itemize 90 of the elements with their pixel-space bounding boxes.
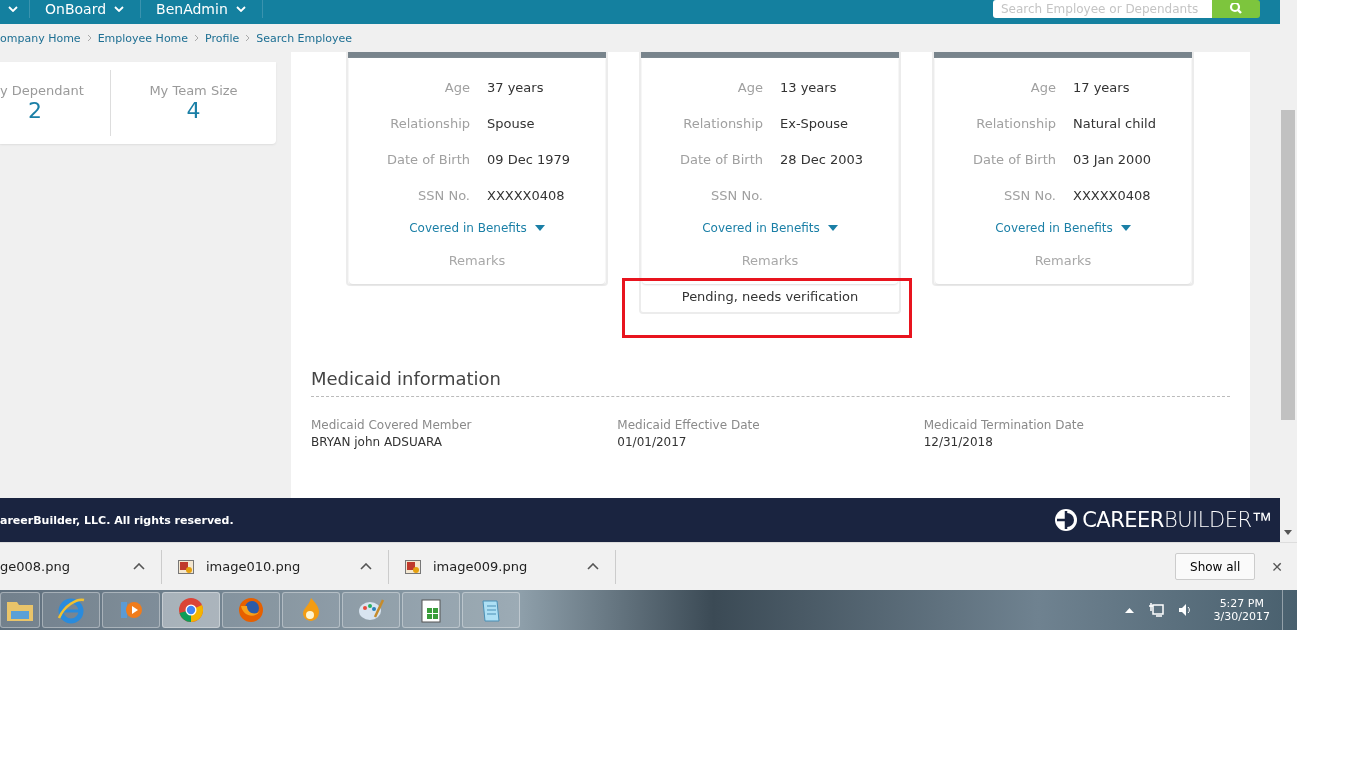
scrollbar[interactable] xyxy=(1280,0,1297,542)
search-button[interactable] xyxy=(1212,0,1260,18)
scroll-down-icon[interactable] xyxy=(1284,530,1292,535)
copyright-text: areerBuilder, LLC. All rights reserved. xyxy=(0,513,234,527)
field-value: 13 years xyxy=(780,79,837,95)
benefits-dropdown-link[interactable]: Covered in Benefits xyxy=(409,221,545,235)
field-label: Date of Birth xyxy=(385,151,471,167)
show-hidden-icons-icon[interactable] xyxy=(1124,607,1134,613)
field-label: Date of Birth xyxy=(971,151,1057,167)
caret-down-icon xyxy=(534,225,545,231)
field-value: 28 Dec 2003 xyxy=(780,151,864,167)
field-label: SSN No. xyxy=(710,187,764,203)
nav-menu[interactable]: BenAdmin xyxy=(141,0,263,18)
chrome-icon[interactable] xyxy=(162,592,220,628)
field-label: Age xyxy=(1029,79,1057,95)
firefox-icon[interactable] xyxy=(222,592,280,628)
breadcrumb-link[interactable]: ompany Home xyxy=(0,31,81,45)
clock-time: 5:27 PM xyxy=(1219,597,1264,610)
caret-down-icon xyxy=(827,225,838,231)
field-label: Age xyxy=(736,79,764,95)
field-value: 17 years xyxy=(1073,79,1130,95)
benefits-dropdown-link[interactable]: Covered in Benefits xyxy=(995,221,1131,235)
chevron-right-icon xyxy=(194,34,200,42)
paint-palette-icon[interactable] xyxy=(342,592,400,628)
browser-icon[interactable] xyxy=(42,592,100,628)
remarks-label: Remarks xyxy=(448,253,506,268)
stat-label: y Dependant xyxy=(0,83,84,98)
field-value: XXXXX0408 xyxy=(487,187,565,203)
caret-down-icon xyxy=(1120,225,1131,231)
field-label: Medicaid Termination Date xyxy=(923,418,1085,432)
remarks-label: Remarks xyxy=(741,253,799,268)
section-title: Medicaid information xyxy=(311,368,1230,397)
show-all-button[interactable]: Show all xyxy=(1175,553,1256,580)
media-player-icon[interactable] xyxy=(102,592,160,628)
field-label: Relationship xyxy=(389,115,471,131)
spreadsheet-icon[interactable] xyxy=(402,592,460,628)
field-label: Date of Birth xyxy=(678,151,764,167)
field-value: 12/31/2018 xyxy=(923,435,994,449)
field-label: SSN No. xyxy=(1003,187,1057,203)
chevron-down-icon xyxy=(114,6,125,12)
chevron-down-icon xyxy=(8,6,18,12)
download-item[interactable]: ge008.png xyxy=(0,549,162,584)
close-button[interactable]: ✕ xyxy=(1265,557,1289,576)
volume-icon[interactable] xyxy=(1177,603,1192,617)
stat-label: My Team Size xyxy=(149,83,238,98)
remarks-label: Remarks xyxy=(1034,253,1092,268)
notepad-icon[interactable] xyxy=(462,592,520,628)
field-value: 01/01/2017 xyxy=(617,435,688,449)
stat-value: 4 xyxy=(186,98,201,123)
chevron-down-icon xyxy=(235,6,246,12)
clock[interactable]: 5:27 PM 3/30/2017 xyxy=(1213,597,1270,623)
network-icon[interactable] xyxy=(1147,602,1164,618)
logo-wordmark: CAREERBUILDER™ xyxy=(1082,508,1272,532)
nav-menu[interactable]: OnBoard xyxy=(30,0,142,18)
remark-text: Pending, needs verification xyxy=(681,288,859,306)
scrollbar-thumb[interactable] xyxy=(1281,110,1295,420)
stat-value: 2 xyxy=(28,98,42,123)
folder-icon[interactable] xyxy=(0,592,40,628)
search-icon xyxy=(1229,3,1243,15)
caret-up-icon xyxy=(360,563,372,570)
field-value: 03 Jan 2000 xyxy=(1073,151,1151,167)
search-field[interactable]: Search Employee or Dependants xyxy=(993,0,1212,18)
chevron-right-icon xyxy=(86,34,92,42)
caret-up-icon xyxy=(587,563,599,570)
breadcrumb-link[interactable]: Employee Home xyxy=(97,31,189,45)
field-value: 09 Dec 1979 xyxy=(487,151,571,167)
chevron-right-icon xyxy=(245,34,251,42)
image-file-icon xyxy=(405,559,421,574)
field-label: Relationship xyxy=(975,115,1057,131)
field-value: BRYAN john ADSUARA xyxy=(311,435,444,449)
download-item[interactable]: image010.png xyxy=(162,549,389,584)
field-label: Medicaid Effective Date xyxy=(617,418,761,432)
field-value: Natural child xyxy=(1073,115,1156,131)
image-file-icon xyxy=(178,559,194,574)
field-label: Age xyxy=(443,79,471,95)
field-value: 37 years xyxy=(487,79,544,95)
field-label: SSN No. xyxy=(417,187,471,203)
field-value: XXXXX0408 xyxy=(1073,187,1151,203)
flame-icon[interactable] xyxy=(282,592,340,628)
caret-up-icon xyxy=(133,563,145,570)
field-label: Medicaid Covered Member xyxy=(311,418,473,432)
breadcrumb-link[interactable]: Profile xyxy=(205,31,240,45)
field-value: Spouse xyxy=(487,115,535,131)
clock-date: 3/30/2017 xyxy=(1213,610,1270,623)
breadcrumb-link[interactable]: Search Employee xyxy=(256,31,353,45)
field-label: Relationship xyxy=(682,115,764,131)
download-item[interactable]: image009.png xyxy=(389,549,616,584)
logo-icon xyxy=(1054,508,1079,532)
field-value: Ex-Spouse xyxy=(780,115,849,131)
benefits-dropdown-link[interactable]: Covered in Benefits xyxy=(702,221,838,235)
